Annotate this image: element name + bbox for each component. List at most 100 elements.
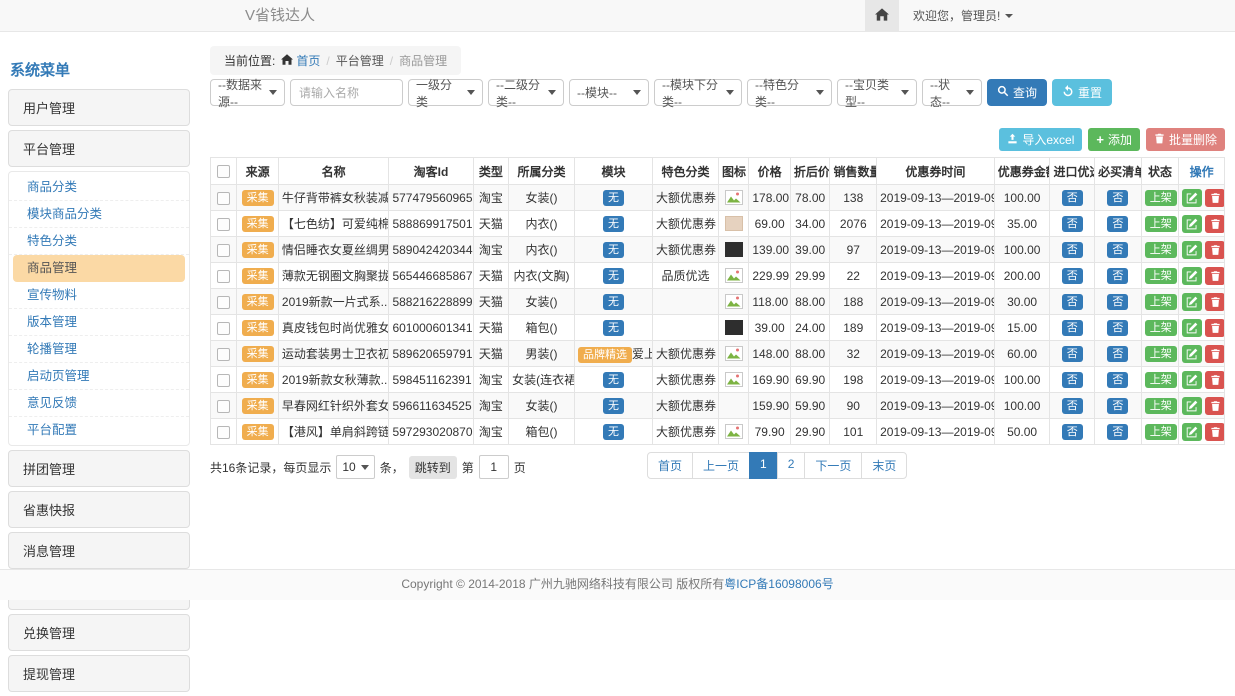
row-checkbox[interactable] xyxy=(217,296,230,309)
filter-status[interactable]: --状态-- xyxy=(922,79,982,106)
must-buy-badge[interactable]: 否 xyxy=(1107,424,1128,440)
sidebar-subitem-商品分类[interactable]: 商品分类 xyxy=(9,174,189,201)
status-badge[interactable]: 上架 xyxy=(1145,294,1177,310)
page-button-上一页[interactable]: 上一页 xyxy=(692,452,750,479)
page-button-首页[interactable]: 首页 xyxy=(647,452,693,479)
status-badge[interactable]: 上架 xyxy=(1145,216,1177,232)
user-menu[interactable]: 欢迎您，管理员! xyxy=(913,7,1013,24)
edit-button[interactable] xyxy=(1182,241,1202,259)
must-buy-badge[interactable]: 否 xyxy=(1107,294,1128,310)
must-buy-badge[interactable]: 否 xyxy=(1107,242,1128,258)
edit-button[interactable] xyxy=(1182,319,1202,337)
import-select-badge[interactable]: 否 xyxy=(1062,424,1083,440)
must-buy-badge[interactable]: 否 xyxy=(1107,268,1128,284)
per-page-select[interactable]: 10 xyxy=(336,455,374,479)
delete-button[interactable] xyxy=(1205,189,1224,207)
filter-data-source[interactable]: --数据来源-- xyxy=(210,79,285,106)
filter-module-subcategory[interactable]: --模块下分类-- xyxy=(654,79,742,106)
filter-module[interactable]: --模块-- xyxy=(569,79,649,106)
import-select-badge[interactable]: 否 xyxy=(1062,242,1083,258)
row-checkbox[interactable] xyxy=(217,400,230,413)
row-checkbox[interactable] xyxy=(217,322,230,335)
breadcrumb-home-link[interactable]: 首页 xyxy=(281,52,320,69)
status-badge[interactable]: 上架 xyxy=(1145,424,1177,440)
sidebar-subitem-模块商品分类[interactable]: 模块商品分类 xyxy=(9,201,189,228)
page-button-2[interactable]: 2 xyxy=(777,452,806,479)
delete-button[interactable] xyxy=(1205,293,1224,311)
edit-button[interactable] xyxy=(1182,371,1202,389)
filter-item-type[interactable]: --宝贝类型-- xyxy=(837,79,917,106)
must-buy-badge[interactable]: 否 xyxy=(1107,320,1128,336)
must-buy-badge[interactable]: 否 xyxy=(1107,190,1128,206)
sidebar-item-提现管理[interactable]: 提现管理 xyxy=(8,655,190,692)
row-checkbox[interactable] xyxy=(217,270,230,283)
delete-button[interactable] xyxy=(1205,423,1224,441)
import-select-badge[interactable]: 否 xyxy=(1062,216,1083,232)
delete-button[interactable] xyxy=(1205,371,1224,389)
edit-button[interactable] xyxy=(1182,267,1202,285)
search-button[interactable]: 查询 xyxy=(987,79,1047,106)
row-checkbox[interactable] xyxy=(217,218,230,231)
must-buy-badge[interactable]: 否 xyxy=(1107,372,1128,388)
status-badge[interactable]: 上架 xyxy=(1145,242,1177,258)
sidebar-subitem-宣传物料[interactable]: 宣传物料 xyxy=(9,282,189,309)
sidebar-subitem-特色分类[interactable]: 特色分类 xyxy=(9,228,189,255)
filter-level2-category[interactable]: --二级分类-- xyxy=(488,79,564,106)
sidebar-subitem-启动页管理[interactable]: 启动页管理 xyxy=(9,363,189,390)
page-button-1[interactable]: 1 xyxy=(749,452,778,479)
import-excel-button[interactable]: 导入excel xyxy=(999,128,1082,151)
row-checkbox[interactable] xyxy=(217,192,230,205)
jump-button[interactable]: 跳转到 xyxy=(409,456,457,479)
delete-button[interactable] xyxy=(1205,267,1224,285)
status-badge[interactable]: 上架 xyxy=(1145,372,1177,388)
import-select-badge[interactable]: 否 xyxy=(1062,346,1083,362)
edit-button[interactable] xyxy=(1182,345,1202,363)
row-checkbox[interactable] xyxy=(217,348,230,361)
sidebar-item-平台管理[interactable]: 平台管理 xyxy=(8,130,190,167)
filter-feature-category[interactable]: --特色分类-- xyxy=(747,79,832,106)
page-button-下一页[interactable]: 下一页 xyxy=(804,452,862,479)
import-select-badge[interactable]: 否 xyxy=(1062,190,1083,206)
edit-button[interactable] xyxy=(1182,293,1202,311)
edit-button[interactable] xyxy=(1182,215,1202,233)
import-select-badge[interactable]: 否 xyxy=(1062,294,1083,310)
jump-page-input[interactable] xyxy=(479,455,509,479)
filter-name-input[interactable] xyxy=(290,79,403,106)
edit-button[interactable] xyxy=(1182,423,1202,441)
import-select-badge[interactable]: 否 xyxy=(1062,320,1083,336)
filter-level1-category[interactable]: 一级分类 xyxy=(408,79,483,106)
sidebar-subitem-轮播管理[interactable]: 轮播管理 xyxy=(9,336,189,363)
must-buy-badge[interactable]: 否 xyxy=(1107,346,1128,362)
status-badge[interactable]: 上架 xyxy=(1145,398,1177,414)
delete-button[interactable] xyxy=(1205,241,1224,259)
delete-button[interactable] xyxy=(1205,397,1224,415)
add-button[interactable]: + 添加 xyxy=(1088,128,1140,151)
sidebar-item-消息管理[interactable]: 消息管理 xyxy=(8,532,190,569)
sidebar-subitem-意见反馈[interactable]: 意见反馈 xyxy=(9,390,189,417)
import-select-badge[interactable]: 否 xyxy=(1062,372,1083,388)
must-buy-badge[interactable]: 否 xyxy=(1107,398,1128,414)
delete-button[interactable] xyxy=(1205,345,1224,363)
import-select-badge[interactable]: 否 xyxy=(1062,398,1083,414)
batch-delete-button[interactable]: 批量删除 xyxy=(1146,128,1225,151)
must-buy-badge[interactable]: 否 xyxy=(1107,216,1128,232)
sidebar-subitem-商品管理[interactable]: 商品管理 xyxy=(13,255,185,282)
delete-button[interactable] xyxy=(1205,215,1224,233)
edit-button[interactable] xyxy=(1182,397,1202,415)
row-checkbox[interactable] xyxy=(217,244,230,257)
row-checkbox[interactable] xyxy=(217,374,230,387)
status-badge[interactable]: 上架 xyxy=(1145,346,1177,362)
status-badge[interactable]: 上架 xyxy=(1145,268,1177,284)
sidebar-item-兑换管理[interactable]: 兑换管理 xyxy=(8,614,190,651)
delete-button[interactable] xyxy=(1205,319,1224,337)
page-button-末页[interactable]: 末页 xyxy=(861,452,907,479)
sidebar-subitem-版本管理[interactable]: 版本管理 xyxy=(9,309,189,336)
status-badge[interactable]: 上架 xyxy=(1145,320,1177,336)
icp-link[interactable]: 粤ICP备16098006号 xyxy=(724,577,833,591)
row-checkbox[interactable] xyxy=(217,426,230,439)
sidebar-item-拼团管理[interactable]: 拼团管理 xyxy=(8,450,190,487)
import-select-badge[interactable]: 否 xyxy=(1062,268,1083,284)
status-badge[interactable]: 上架 xyxy=(1145,190,1177,206)
home-button[interactable] xyxy=(865,0,899,31)
sidebar-subitem-平台配置[interactable]: 平台配置 xyxy=(9,417,189,443)
